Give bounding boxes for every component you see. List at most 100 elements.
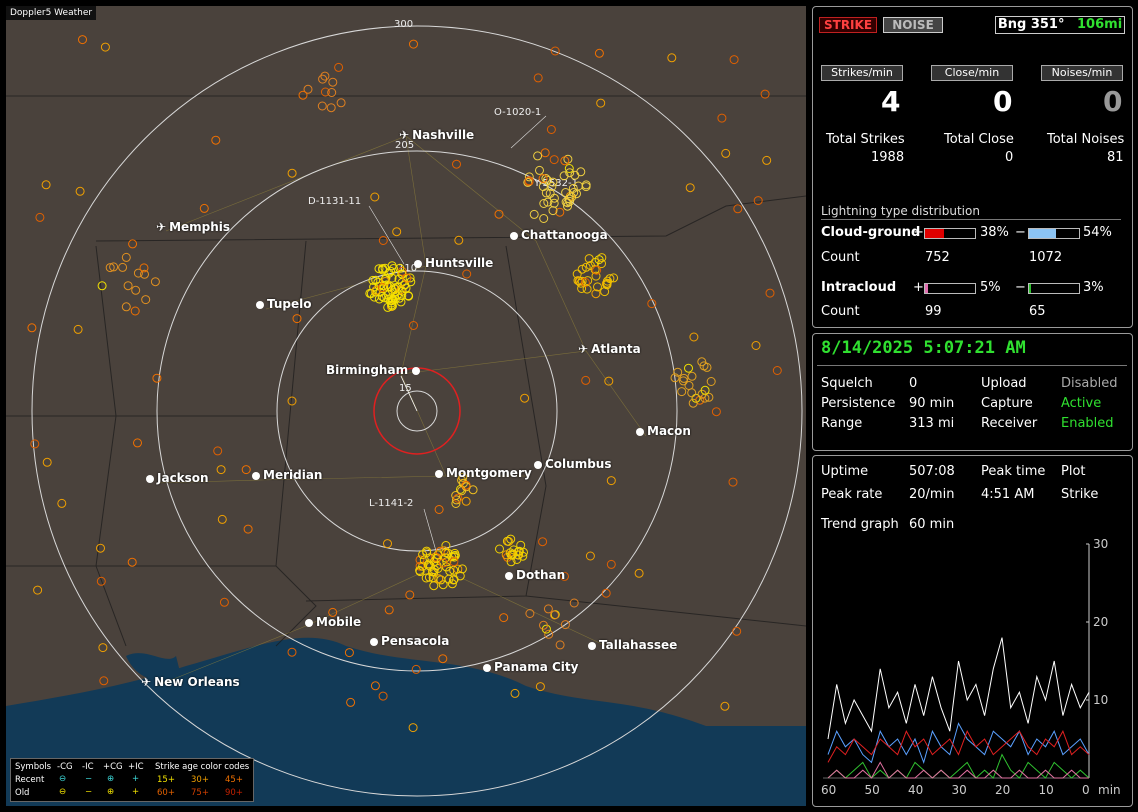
strike-marker <box>118 262 128 272</box>
strike-marker <box>219 597 229 607</box>
legend-col-pos-ic: +IC <box>128 762 144 772</box>
noise-button[interactable]: NOISE <box>883 17 943 33</box>
receiver-value[interactable]: Enabled <box>1061 416 1114 431</box>
strike-marker <box>133 438 142 448</box>
city-new-orleans: ✈ New Orleans <box>141 675 240 689</box>
range-value[interactable]: 313 mi <box>909 416 954 431</box>
strike-marker <box>606 559 616 569</box>
strike-marker <box>772 366 782 375</box>
strike-marker <box>468 485 478 495</box>
close-per-min-value: 0 <box>993 85 1013 118</box>
receiver-label: Receiver <box>981 416 1038 431</box>
capture-label: Capture <box>981 396 1033 411</box>
strike-marker <box>689 332 699 342</box>
strike-marker <box>317 101 327 111</box>
strike-marker <box>409 321 418 330</box>
range-label: Range <box>821 416 863 431</box>
strike-marker <box>581 182 591 192</box>
strike-marker <box>576 167 586 177</box>
x-tick-label: 10 <box>1039 783 1054 797</box>
y-tick-label: 20 <box>1093 615 1108 629</box>
peak-rate-label: Peak rate <box>821 487 883 502</box>
bearing-distance: 106mi <box>1077 17 1123 32</box>
strike-button[interactable]: STRIKE <box>819 17 877 33</box>
plot-label: Plot <box>1061 464 1086 479</box>
total-noises-label: Total Noises <box>1047 132 1125 147</box>
strike-marker <box>684 363 693 373</box>
strike-marker <box>378 236 388 245</box>
x-tick-label: 60 <box>821 783 836 797</box>
ic-plus-sign: + <box>913 280 924 295</box>
trend-panel: Uptime 507:08 Peak time Plot Peak rate 2… <box>812 455 1133 807</box>
intracloud-label: Intracloud <box>821 280 897 295</box>
strike-marker <box>597 253 607 263</box>
strike-marker <box>243 524 253 534</box>
strike-marker <box>733 204 743 214</box>
city-panama-city: Panama City <box>483 660 578 674</box>
symbol-legend: Symbols -CG -IC +CG +IC Strike age color… <box>10 758 254 802</box>
strike-marker <box>720 701 730 711</box>
trend-window-value[interactable]: 60 min <box>909 517 954 532</box>
strike-marker <box>462 269 472 279</box>
strike-marker <box>717 113 727 123</box>
strike-marker <box>121 252 131 262</box>
age-90: 90+ <box>225 788 243 798</box>
neg-cg-recent-icon: ⊖ <box>59 774 67 784</box>
city-dot-icon <box>305 619 313 627</box>
trend-chart: 30 20 10 60 50 40 30 20 10 0 min <box>821 537 1121 797</box>
city-dot-icon <box>256 301 264 309</box>
strike-marker <box>131 285 141 295</box>
city-montgomery: Montgomery <box>435 466 532 480</box>
squelch-value[interactable]: 0 <box>909 376 917 391</box>
strike-marker <box>604 376 614 386</box>
strike-marker <box>539 214 549 223</box>
strike-marker <box>753 196 763 206</box>
strike-marker <box>540 148 550 158</box>
strike-marker <box>684 381 694 390</box>
strike-marker <box>405 590 415 600</box>
strike-marker <box>760 89 770 99</box>
squelch-label: Squelch <box>821 376 873 391</box>
cg-minus-sign: − <box>1015 225 1026 240</box>
strike-marker <box>287 396 297 406</box>
strike-marker <box>581 375 591 385</box>
x-tick-label: 30 <box>952 783 967 797</box>
city-dot-icon <box>505 572 513 580</box>
airport-icon: ✈ <box>578 342 589 356</box>
city-dot-icon <box>636 428 644 436</box>
strike-marker <box>241 465 251 475</box>
city-pensacola: Pensacola <box>370 634 449 648</box>
lightning-map[interactable]: 300 205 110 15 O-1020-1 D-1131-11 Y-5532… <box>6 6 806 806</box>
strike-marker <box>130 306 140 316</box>
x-tick-label: 0 <box>1082 783 1090 797</box>
ic-positive-pct: 5% <box>980 280 1001 295</box>
strike-marker <box>384 605 394 615</box>
datetime-divider <box>817 365 1127 366</box>
noises-per-min-value: 0 <box>1103 85 1123 118</box>
cg-count-label: Count <box>821 250 860 265</box>
strike-marker <box>569 598 579 608</box>
persistence-value[interactable]: 90 min <box>909 396 954 411</box>
strike-marker <box>677 387 687 397</box>
strike-marker <box>73 324 83 334</box>
plot-value[interactable]: Strike <box>1061 487 1098 502</box>
close-per-min-label: Close/min <box>931 65 1013 81</box>
strike-marker <box>96 543 105 553</box>
strike-marker <box>127 557 137 567</box>
strike-marker <box>687 388 697 398</box>
strike-marker <box>721 148 731 158</box>
strike-marker <box>216 465 226 475</box>
x-tick-label: 20 <box>995 783 1010 797</box>
bearing-value: Bng 351° <box>997 17 1065 32</box>
strike-marker <box>762 155 772 165</box>
legend-recent-label: Recent <box>15 775 45 785</box>
upload-value[interactable]: Disabled <box>1061 376 1117 391</box>
strike-marker <box>334 62 344 72</box>
cg-positive-bar <box>924 228 976 239</box>
capture-value[interactable]: Active <box>1061 396 1101 411</box>
strike-marker <box>199 203 209 213</box>
datetime: 8/14/2025 5:07:21 AM <box>821 338 1026 358</box>
city-tupelo: Tupelo <box>256 297 312 311</box>
city-atlanta: ✈ Atlanta <box>578 342 641 356</box>
strike-marker <box>152 373 162 383</box>
